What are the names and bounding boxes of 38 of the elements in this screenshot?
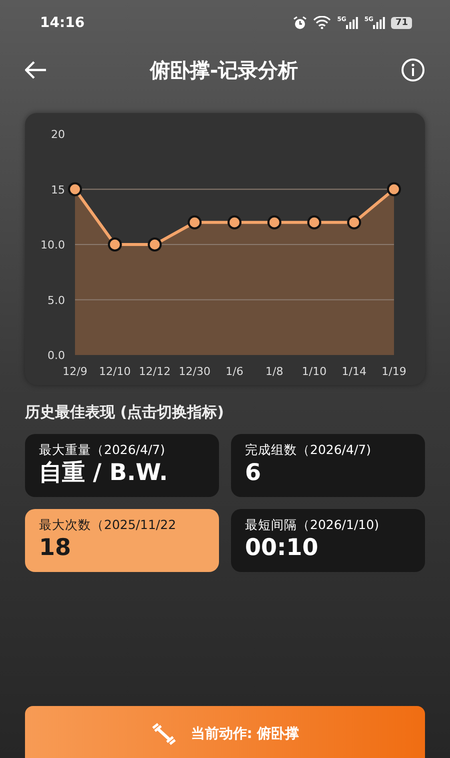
signal-icon xyxy=(373,16,386,28)
y-tick-label: 15 xyxy=(51,183,65,196)
x-tick-label: 12/12 xyxy=(138,365,171,378)
section-title: 历史最佳表现 (点击切换指标) xyxy=(25,403,225,422)
x-tick-label: 1/8 xyxy=(266,365,284,378)
alarm-icon xyxy=(293,16,308,30)
y-tick-label: 20 xyxy=(51,128,65,141)
status-time: 14:16 xyxy=(40,14,85,30)
data-point xyxy=(148,238,162,252)
wifi-icon xyxy=(313,16,332,29)
y-tick-label: 10.0 xyxy=(40,238,65,252)
page-title: 俯卧撑-记录分析 xyxy=(150,56,298,84)
data-point xyxy=(108,238,122,252)
data-point xyxy=(188,215,202,230)
data-point xyxy=(387,182,401,196)
y-tick-label: 0.0 xyxy=(48,349,65,362)
x-tick-label: 12/10 xyxy=(99,365,131,378)
data-point xyxy=(68,182,82,196)
x-tick-label: 1/14 xyxy=(342,365,366,378)
metric-card[interactable]: 完成组数（2026/4/7) 6 xyxy=(231,434,425,497)
x-tick-label: 12/9 xyxy=(62,365,88,378)
x-tick-label: 1/10 xyxy=(302,365,327,378)
battery-indicator: 71 xyxy=(391,16,412,28)
dumbbell-icon xyxy=(150,722,177,746)
x-tick-label: 12/30 xyxy=(178,365,210,378)
x-tick-label: 1/6 xyxy=(226,365,244,378)
data-point xyxy=(307,215,322,230)
x-tick-label: 1/19 xyxy=(382,365,406,378)
signal-icon xyxy=(346,16,358,28)
data-point xyxy=(267,215,282,230)
info-icon[interactable] xyxy=(401,58,425,82)
data-point xyxy=(228,215,242,230)
metric-card[interactable]: 最短间隔（2026/1/10) 00:10 xyxy=(231,509,425,572)
y-tick-label: 5.0 xyxy=(48,294,65,307)
metric-card[interactable]: 最大次数（2025/11/22 18 xyxy=(25,509,219,572)
data-point xyxy=(347,215,362,230)
back-arrow-icon[interactable] xyxy=(25,61,47,79)
metric-card[interactable]: 最大重量（2026/4/7) 自重 / B.W. xyxy=(25,434,219,497)
